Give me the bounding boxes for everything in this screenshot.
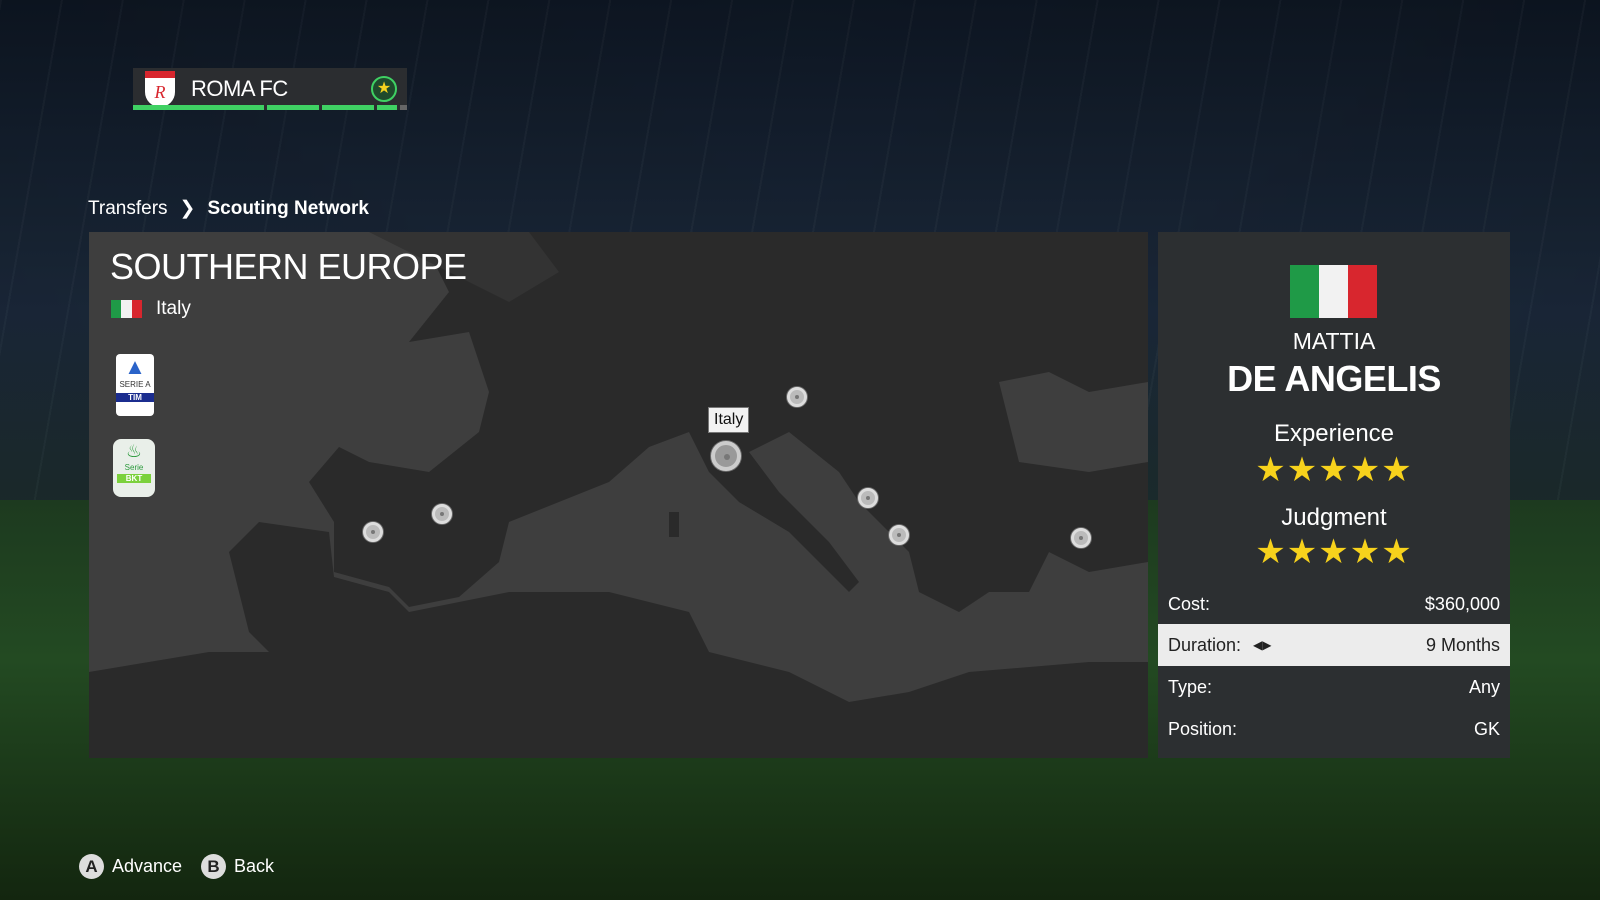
serie-b-logo[interactable]: ♨ Serie BKT — [113, 439, 155, 497]
breadcrumb-transfers[interactable]: Transfers — [88, 198, 168, 220]
country-selector[interactable]: Italy — [111, 298, 191, 320]
duration-selector[interactable]: Duration: ◀▶ 9 Months — [1158, 624, 1510, 666]
chevron-right-icon: ❯ — [179, 198, 196, 219]
breadcrumb-scouting-network: Scouting Network — [207, 197, 369, 219]
star-badge-icon: ★ — [371, 76, 397, 102]
cost-label: Cost: — [1168, 593, 1211, 614]
club-progress-bar — [133, 105, 407, 110]
advance-label: Advance — [112, 856, 183, 876]
advance-button[interactable]: A Advance — [79, 854, 182, 879]
map-location-marker-selected[interactable] — [711, 441, 741, 471]
club-crest-icon: R — [145, 71, 175, 107]
italy-flag-icon — [1290, 265, 1377, 318]
league-name: Serie — [124, 463, 144, 472]
judgment-label: Judgment — [1281, 504, 1387, 531]
position-label: Position: — [1168, 718, 1238, 739]
map-location-marker[interactable] — [1071, 528, 1091, 548]
duration-value: 9 Months — [1425, 634, 1500, 655]
scout-first-name: MATTIA — [1292, 328, 1376, 354]
map-land — [89, 232, 1148, 758]
map-location-marker[interactable] — [432, 504, 452, 524]
duration-label: Duration: — [1168, 634, 1242, 655]
region-map[interactable]: SOUTHERN EUROPE Italy ▲ SERIE A TIM ♨ Se… — [89, 232, 1148, 758]
map-tooltip: Italy — [708, 407, 750, 433]
serie-a-logo[interactable]: ▲ SERIE A TIM — [116, 354, 154, 416]
experience-stars: ★★★★★ — [1255, 451, 1413, 489]
cost-row: Cost: $360,000 — [1158, 583, 1510, 625]
judgment-stars: ★★★★★ — [1255, 533, 1413, 571]
left-right-arrows-icon[interactable]: ◀▶ — [1253, 638, 1271, 652]
experience-label: Experience — [1273, 420, 1395, 447]
type-row[interactable]: Type: Any — [1158, 666, 1510, 708]
position-value: GK — [1473, 718, 1500, 739]
back-button[interactable]: B Back — [201, 854, 274, 879]
type-value: Any — [1468, 676, 1500, 697]
italy-flag-icon — [111, 300, 142, 318]
back-label: Back — [234, 856, 275, 876]
league-sponsor: BKT — [117, 474, 151, 483]
a-button-icon: A — [79, 854, 104, 879]
breadcrumb: Transfers ❯ Scouting Network — [88, 197, 369, 220]
club-name: ROMA FC — [191, 76, 288, 101]
country-name: Italy — [156, 298, 191, 319]
map-location-marker[interactable] — [858, 488, 878, 508]
scout-panel: MATTIA DE ANGELIS Experience ★★★★★ Judgm… — [1158, 232, 1510, 758]
map-location-marker[interactable] — [363, 522, 383, 542]
map-location-marker[interactable] — [889, 525, 909, 545]
map-location-marker[interactable] — [787, 387, 807, 407]
league-name: SERIE A — [119, 380, 151, 389]
cost-value: $360,000 — [1424, 593, 1500, 614]
b-button-icon: B — [201, 854, 226, 879]
league-sponsor: TIM — [116, 393, 154, 402]
position-row[interactable]: Position: GK — [1158, 708, 1510, 750]
type-label: Type: — [1168, 676, 1213, 697]
region-title: SOUTHERN EUROPE — [110, 246, 467, 287]
club-header: R ROMA FC ★ — [133, 68, 407, 110]
scout-last-name: DE ANGELIS — [1227, 358, 1441, 399]
